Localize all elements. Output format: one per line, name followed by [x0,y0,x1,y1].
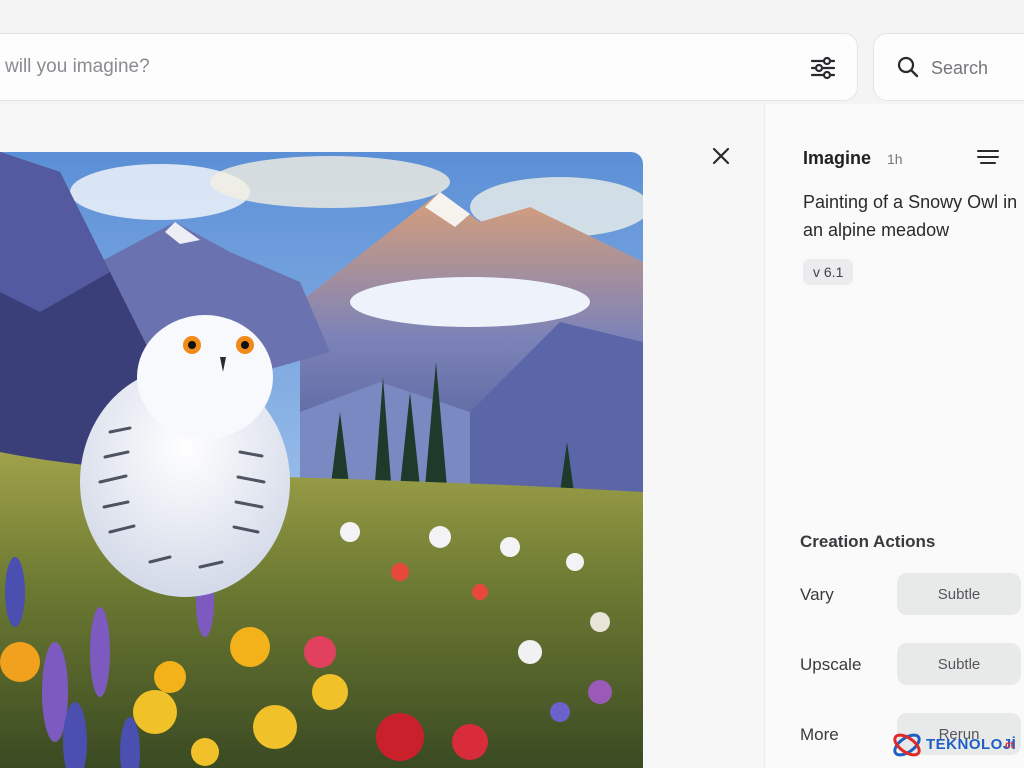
watermark-icon [893,733,921,757]
prompt-bar[interactable]: will you imagine? [0,33,858,101]
prompt-input[interactable]: will you imagine? [5,56,150,78]
section-title: Creation Actions [800,532,936,551]
more-label: More [800,725,839,744]
timestamp: 1h [887,151,903,167]
upscale-subtle-button[interactable]: Subtle [897,643,1021,685]
menu-icon[interactable] [977,148,999,166]
search-box[interactable]: Search [873,33,1024,101]
filters-icon[interactable] [809,54,837,82]
close-icon[interactable] [710,145,732,167]
watermark-suffix: ct [1005,740,1014,751]
search-label: Search [931,58,989,78]
detail-panel: Imagine 1h Painting of a Snowy Owl in an… [764,104,1024,768]
generated-image[interactable] [0,152,643,768]
upscale-label: Upscale [800,655,862,674]
prompt-text: Painting of a Snowy Owl in an alpine mea… [803,192,1018,240]
panel-title: Imagine [803,148,872,168]
watermark-text: TEKNOLOJİ [926,736,1017,753]
vary-subtle-button[interactable]: Subtle [897,573,1021,615]
search-icon [897,56,919,78]
version-badge: v 6.1 [803,259,854,285]
watermark-logo: TEKNOLOJİ ct [888,726,1024,766]
vary-label: Vary [800,585,834,604]
